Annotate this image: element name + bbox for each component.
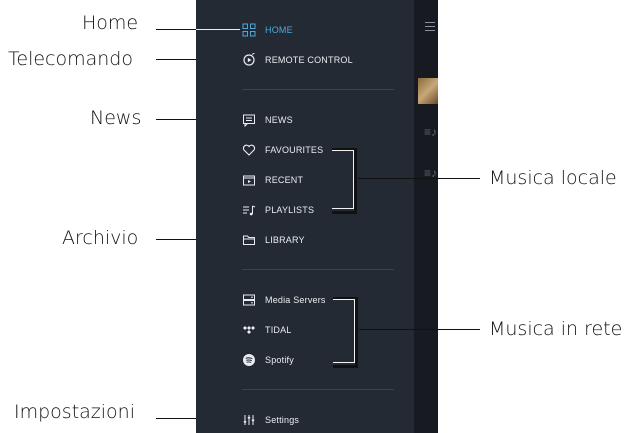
folder-icon [243,235,255,245]
menu-item-playlists[interactable]: PLAYLISTS [265,205,314,215]
album-thumbnail [418,78,438,104]
leader-network-music [359,329,480,330]
menu-item-remote-control[interactable]: REMOTE CONTROL [265,55,353,65]
status-bar [196,0,414,8]
menu-item-spotify[interactable]: Spotify [265,355,294,365]
divider [242,269,394,270]
bracket-local-inner [332,150,354,209]
menu-item-media-servers[interactable]: Media Servers [265,295,326,305]
remote-icon [243,53,255,66]
navigation-drawer: HOME REMOTE CONTROL NEWS FAVOURITES RECE… [196,0,414,433]
bracket-network-inner [333,299,355,363]
callout-local-music: Musica locale [489,167,617,189]
menu-item-news[interactable]: NEWS [265,115,293,125]
callout-remote: Telecomando [8,48,133,70]
menu-item-favourites[interactable]: FAVOURITES [265,145,323,155]
sliders-icon [243,415,255,425]
menu-item-tidal[interactable]: TIDAL [265,325,292,335]
hamburger-icon[interactable] [425,22,435,34]
menu-item-home[interactable]: HOME [265,25,293,35]
heart-icon [242,144,256,156]
news-icon [243,114,255,127]
server-icon [243,294,255,306]
leader-local-music [358,178,480,179]
callout-home: Home [82,12,139,34]
callout-news: News [90,107,142,129]
menu-item-library[interactable]: LIBRARY [265,235,305,245]
callout-archive: Archivio [62,227,139,249]
menu-item-settings[interactable]: Settings [265,415,299,425]
tidal-icon [243,326,255,334]
grid-icon [242,23,256,37]
callout-settings: Impostazioni [14,401,135,423]
playlist-icon [243,205,256,216]
playlist-icon: ≡♪ [424,125,438,139]
spotify-icon [243,354,255,366]
recent-icon [243,175,255,186]
callout-network-music: Musica in rete [489,318,623,340]
leader-home-in [196,29,240,30]
menu-item-recent[interactable]: RECENT [265,175,303,185]
divider [242,89,394,90]
divider [242,389,394,390]
background-content [414,0,438,433]
